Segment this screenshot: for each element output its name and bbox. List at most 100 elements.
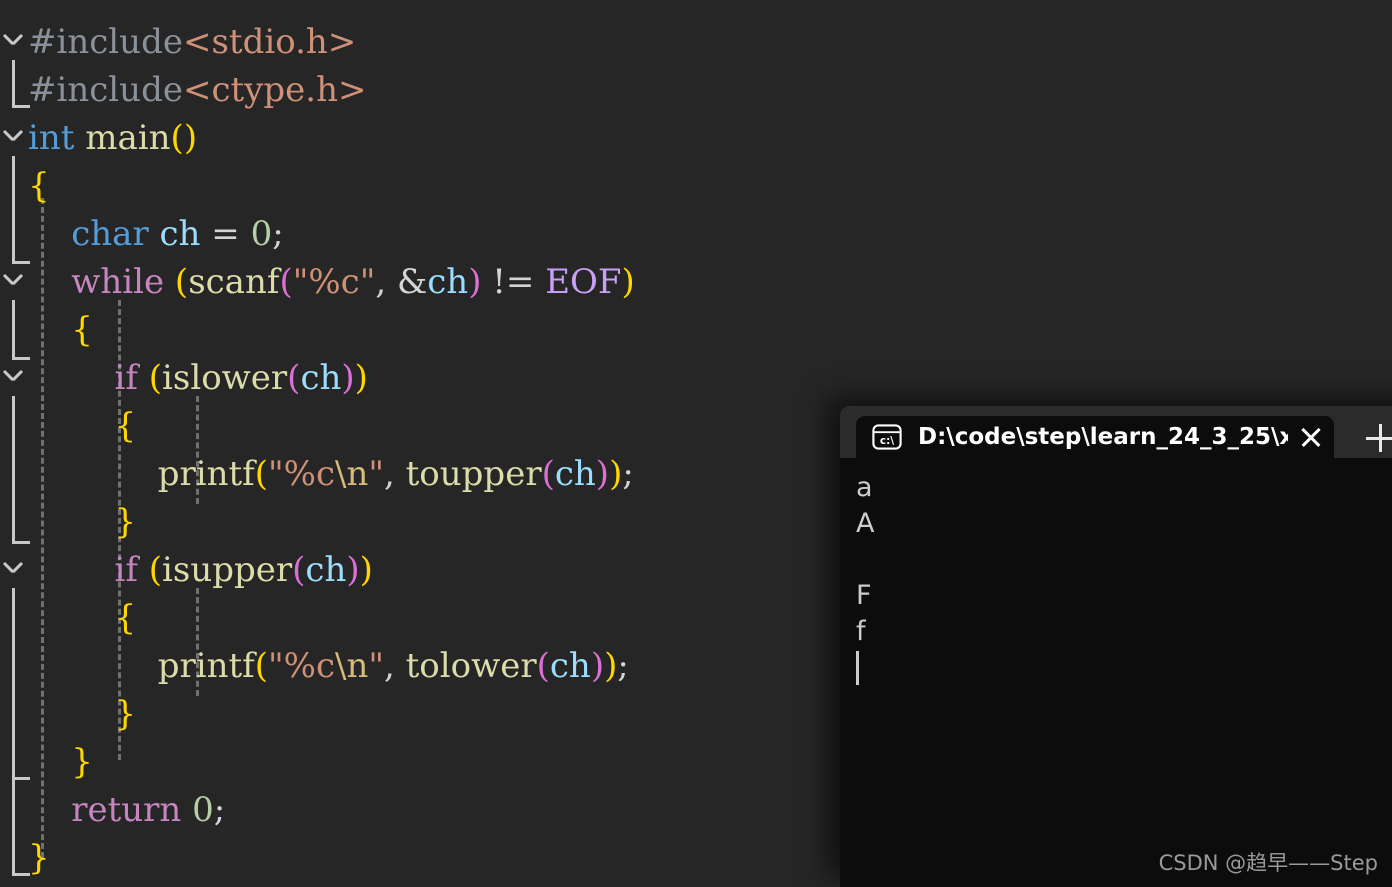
code-token: \n: [335, 454, 369, 494]
code-line-text: while (scanf("%c", &ch) != EOF): [28, 258, 635, 306]
code-token: ch: [159, 214, 201, 254]
code-token: return: [71, 790, 182, 830]
code-token: main: [85, 118, 171, 158]
code-line-text: }: [28, 738, 93, 786]
code-token: tolower: [405, 646, 537, 686]
code-token: (: [279, 262, 293, 302]
code-line[interactable]: {: [0, 162, 1392, 210]
screen: #include<stdio.h> #include<ctype.h> int ma…: [0, 0, 1392, 887]
code-token: ch: [554, 454, 596, 494]
code-token: ;: [272, 214, 284, 254]
code-token: (: [536, 646, 550, 686]
code-token: printf: [157, 454, 255, 494]
code-token: }: [114, 502, 137, 542]
code-token: toupper: [405, 454, 542, 494]
terminal-window[interactable]: c:\ D:\code\step\learn_24_3_25\x aA Ff: [840, 406, 1392, 887]
code-token: \n: [335, 646, 369, 686]
code-line[interactable]: #include<stdio.h>: [0, 18, 1392, 66]
code-token: ,: [384, 646, 406, 686]
code-token: char: [71, 214, 149, 254]
code-token: ): [354, 358, 368, 398]
cmd-icon: c:\: [872, 424, 902, 450]
code-token: #include: [28, 22, 183, 62]
code-token: (: [148, 550, 163, 590]
code-line[interactable]: while (scanf("%c", &ch) != EOF): [0, 258, 1392, 306]
code-token: {: [114, 598, 137, 638]
code-token: ): [595, 454, 610, 494]
terminal-output-line: a: [856, 472, 873, 503]
code-line-text: if (islower(ch)): [28, 354, 368, 402]
terminal-tab-active[interactable]: c:\ D:\code\step\learn_24_3_25\x: [856, 416, 1334, 458]
code-token: islower: [162, 358, 288, 398]
code-token: "%c": [292, 262, 376, 302]
code-line-text: if (isupper(ch)): [28, 546, 373, 594]
code-token: {: [71, 310, 93, 350]
code-line-text: {: [28, 306, 93, 354]
code-token: <stdio.h>: [182, 22, 357, 62]
code-token: isupper: [162, 550, 293, 590]
code-token: =: [200, 214, 251, 254]
code-token: }: [71, 742, 93, 782]
code-line-text: {: [28, 162, 50, 210]
code-token: (: [287, 358, 301, 398]
code-token: "%c: [268, 454, 336, 494]
terminal-titlebar[interactable]: c:\ D:\code\step\learn_24_3_25\x: [840, 406, 1392, 458]
code-token: ": [368, 454, 385, 494]
code-token: ,: [375, 262, 397, 302]
code-token: ;: [617, 646, 629, 686]
code-token: ): [604, 646, 618, 686]
code-line[interactable]: int main(): [0, 114, 1392, 162]
code-line-text: printf("%c\n", toupper(ch));: [28, 450, 634, 498]
code-token: (: [541, 454, 555, 494]
terminal-tab-title: D:\code\step\learn_24_3_25\x: [918, 424, 1288, 450]
code-line-text: char ch = 0;: [28, 210, 284, 258]
code-token: int: [28, 118, 75, 158]
code-token: (: [292, 550, 306, 590]
code-line-text: int main(): [28, 114, 197, 162]
code-token: ): [341, 358, 355, 398]
code-token: (: [254, 454, 269, 494]
code-line-text: {: [28, 402, 136, 450]
code-token: ): [609, 454, 623, 494]
csdn-watermark: CSDN @趋早——Step: [1158, 851, 1378, 875]
code-line[interactable]: {: [0, 306, 1392, 354]
code-line[interactable]: #include<ctype.h>: [0, 66, 1392, 114]
code-token: (: [148, 358, 163, 398]
code-line-text: #include<stdio.h>: [28, 18, 356, 66]
code-line-text: #include<ctype.h>: [28, 66, 366, 114]
code-token: #include: [28, 70, 183, 110]
code-token: !=: [481, 262, 546, 302]
code-token: (: [254, 646, 269, 686]
code-token: (: [174, 262, 189, 302]
close-icon[interactable]: [1288, 416, 1334, 458]
terminal-output[interactable]: aA Ff: [840, 458, 1392, 887]
code-token: printf: [157, 646, 255, 686]
new-tab-icon[interactable]: [1360, 420, 1392, 458]
code-token: "%c: [268, 646, 336, 686]
code-line[interactable]: char ch = 0;: [0, 210, 1392, 258]
code-line[interactable]: if (islower(ch)): [0, 354, 1392, 402]
code-token: ch: [549, 646, 591, 686]
code-token: ): [621, 262, 635, 302]
code-token: ): [359, 550, 373, 590]
code-token: &: [396, 262, 428, 302]
code-token: {: [28, 166, 50, 206]
terminal-lines: aA Ff: [856, 470, 1392, 650]
